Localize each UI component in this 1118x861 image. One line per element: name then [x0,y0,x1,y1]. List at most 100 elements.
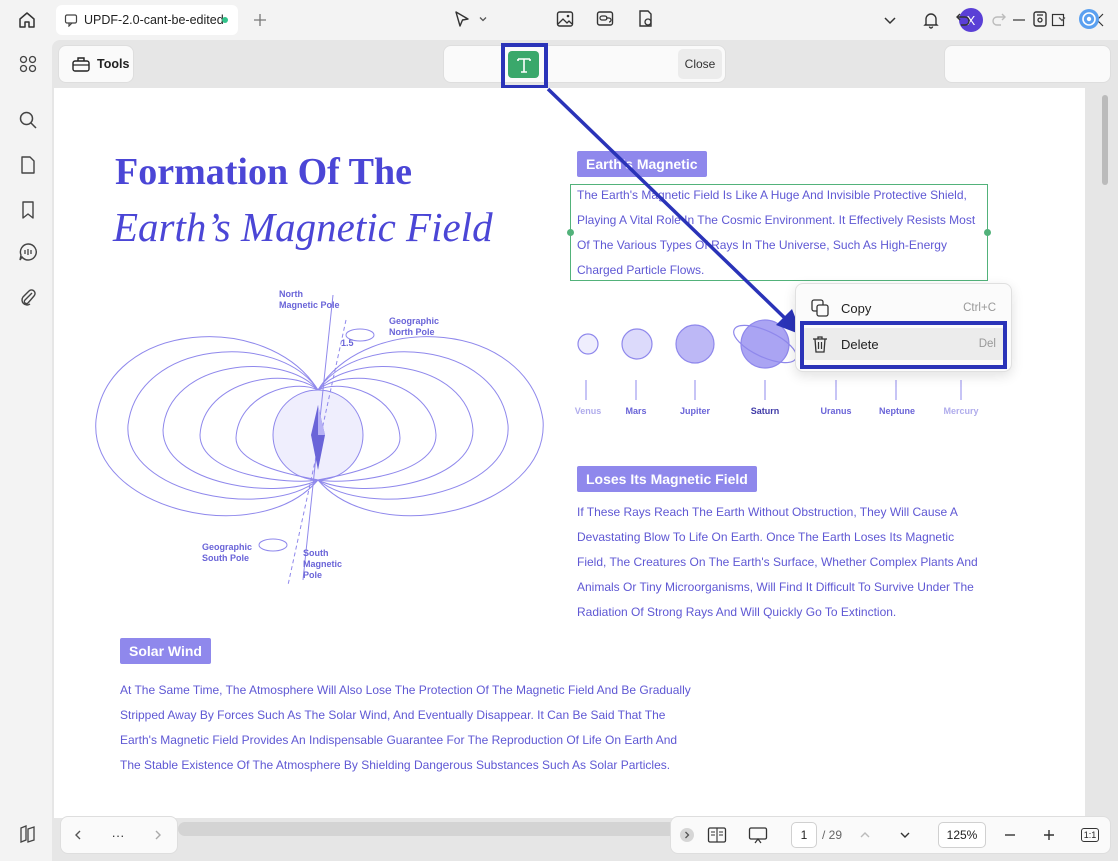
paperclip-icon [21,289,36,306]
chevron-down-icon [1058,17,1066,22]
planet-label-mercury: Mercury [943,406,979,416]
south-magnetic-pole-label: South Magnetic Pole [303,548,343,580]
cursor-icon [455,11,469,27]
sidebar-item-comments[interactable] [16,240,40,264]
presentation-icon [748,827,768,844]
notification-button[interactable] [919,8,943,32]
geographic-north-pole-label: Geographic North Pole [389,316,440,337]
layers-icon [20,825,35,843]
chevron-down-icon [884,17,896,25]
close-edit-button[interactable]: Close [678,49,722,79]
delete-highlight [800,321,1007,369]
page-view-button[interactable] [706,824,728,846]
collapse-nav-button[interactable] [676,824,698,846]
text-tool-highlight [501,43,548,89]
grid-icon [19,55,37,73]
plus-icon [254,14,266,26]
page-icon [21,156,35,174]
page-title-line2: Earth’s Magnetic Field [113,204,493,250]
more-button[interactable]: ··· [107,824,129,846]
redo-icon [992,13,1006,26]
angle-label: 1.5 [341,338,354,348]
section3-paragraph[interactable]: At The Same Time, The Atmosphere Will Al… [120,678,691,778]
geographic-south-pole-label: Geographic South Pole [202,542,253,563]
document-tab[interactable]: UPDF-2.0-cant-be-edited [56,5,238,35]
annotation-arrow [546,87,802,335]
previous-page-button[interactable] [854,824,876,846]
planet-label-mars: Mars [625,406,647,416]
comment-icon [64,13,78,27]
zoom-out-button[interactable] [999,824,1021,846]
tools-button[interactable]: Tools [58,45,134,83]
copy-shortcut: Ctrl+C [963,302,996,314]
previous-button[interactable] [67,824,89,846]
north-magnetic-pole-label: North Magnetic Pole [279,289,340,310]
page-edit-icon [639,10,652,27]
planet-label-neptune: Neptune [879,406,915,416]
chevron-up-icon [860,832,870,838]
ai-assistant-button[interactable] [1078,8,1100,30]
next-page-button[interactable] [894,824,916,846]
saved-status-dot [222,17,228,23]
vertical-scrollbar[interactable] [1102,95,1108,185]
bookmark-icon [22,201,34,219]
actual-size-button[interactable]: 1:1 [1079,824,1101,846]
horizontal-scrollbar[interactable] [178,822,678,836]
next-button[interactable] [147,824,169,846]
section-heading-loses-magnetic-field: Loses Its Magnetic Field [577,466,757,492]
zoom-in-button[interactable] [1038,824,1060,846]
add-image-button[interactable] [554,8,576,30]
minimize-button[interactable] [1007,8,1031,32]
home-icon [19,12,35,28]
home-button[interactable] [14,8,40,32]
chevron-down-icon [900,832,910,838]
save-dropdown[interactable] [1054,8,1070,30]
total-pages: / 29 [822,828,843,842]
link-icon [596,11,614,26]
presentation-button[interactable] [747,824,769,846]
sidebar-item-apps[interactable] [16,52,40,76]
current-page-input[interactable]: 1 [791,822,817,848]
tab-title: UPDF-2.0-cant-be-edited [84,13,224,27]
save-icon [1033,11,1047,27]
save-button[interactable] [1029,8,1051,30]
sidebar-item-pages[interactable] [16,153,40,177]
edit-object-button[interactable] [634,8,656,30]
add-link-button[interactable] [594,8,616,30]
fit-label: 1:1 [1080,828,1100,842]
tools-label: Tools [97,57,130,71]
bell-icon [923,13,939,29]
chevron-down-icon [479,17,487,22]
chevron-right-circle-icon [680,828,694,842]
toolbox-icon [71,55,91,73]
zoom-level-input[interactable]: 125% [938,822,986,848]
sidebar-item-bookmarks[interactable] [16,198,40,222]
planet-label-jupiter: Jupiter [679,406,711,416]
sidebar-item-search[interactable] [16,108,40,132]
minimize-icon [1013,19,1025,21]
comment-list-icon [19,243,37,261]
undo-icon [956,13,970,26]
undo-button[interactable] [952,8,974,30]
new-tab-button[interactable] [250,10,270,30]
image-icon [556,11,574,27]
search-icon [19,111,37,129]
sidebar-item-layers[interactable] [16,822,40,846]
section2-paragraph[interactable]: If These Rays Reach The Earth Without Ob… [577,500,978,625]
resize-handle-right[interactable] [984,229,991,236]
tab-list-button[interactable] [878,8,902,32]
section-heading-solar-wind: Solar Wind [120,638,211,664]
plus-icon [1044,830,1054,840]
right-toolbar [944,45,1111,83]
planet-label-uranus: Uranus [820,406,852,416]
chevron-left-icon [75,830,81,840]
left-sidebar [0,40,56,861]
planet-label-venus: Venus [574,406,602,416]
redo-button[interactable] [988,8,1010,30]
select-tool-button[interactable] [451,8,473,30]
page-title-line1: Formation Of The [115,151,412,193]
select-tool-dropdown[interactable] [475,8,491,30]
copy-menu-item[interactable]: Copy Ctrl+C [801,292,1006,324]
copy-label: Copy [841,300,872,316]
sidebar-item-attachments[interactable] [16,285,40,309]
